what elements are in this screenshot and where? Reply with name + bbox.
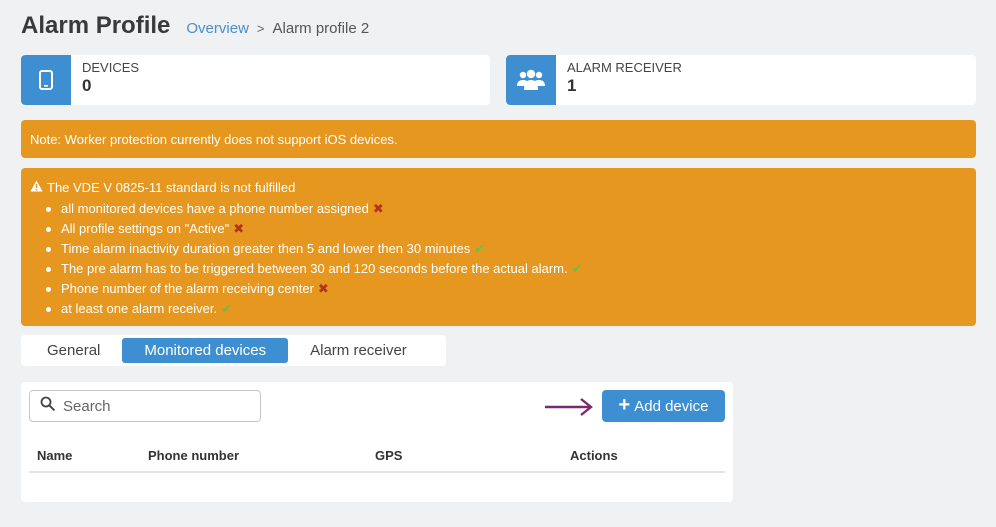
chevron-right-icon: > [256, 21, 265, 36]
search-icon [40, 396, 55, 416]
phone-icon [21, 55, 71, 105]
ios-note-banner: Note: Worker protection currently does n… [21, 120, 976, 158]
page-header: Alarm Profile Overview > Alarm profile 2 [21, 12, 369, 40]
cross-icon: ✖ [233, 221, 245, 236]
tab-monitored-devices[interactable]: Monitored devices [122, 338, 289, 363]
breadcrumb-current: Alarm profile 2 [272, 20, 370, 37]
list-item: at least one alarm receiver. ✔ [46, 299, 967, 319]
list-item: Phone number of the alarm receiving cent… [46, 279, 967, 299]
check-icon: ✔ [571, 261, 583, 276]
alarm-receiver-count: 1 [567, 76, 577, 95]
warning-icon [30, 180, 43, 195]
search-box[interactable] [29, 390, 261, 422]
page-title: Alarm Profile [21, 12, 171, 39]
search-input[interactable] [63, 397, 243, 415]
list-item: All profile settings on "Active" ✖ [46, 219, 967, 239]
ios-note-text: Note: Worker protection currently does n… [30, 132, 398, 147]
devices-table-header: Name Phone number GPS Actions [29, 446, 725, 473]
check-icon: ✔ [474, 241, 486, 256]
column-header-gps[interactable]: GPS [375, 448, 402, 463]
column-header-actions: Actions [570, 448, 618, 463]
cross-icon: ✖ [372, 201, 384, 216]
cross-icon: ✖ [317, 281, 329, 296]
standard-warning-title: The VDE V 0825-11 standard is not fulfil… [47, 179, 296, 195]
column-header-name[interactable]: Name [37, 448, 72, 463]
monitored-devices-panel: + Add device Name Phone number GPS Actio… [21, 382, 733, 502]
devices-count: 0 [82, 76, 92, 95]
list-item: The pre alarm has to be triggered betwee… [46, 259, 967, 279]
column-header-phone[interactable]: Phone number [148, 448, 239, 463]
tab-general[interactable]: General [25, 338, 122, 363]
standard-requirements-list: all monitored devices have a phone numbe… [30, 199, 967, 319]
alarm-receiver-label: ALARM RECEIVER [567, 60, 682, 75]
standard-warning-banner: The VDE V 0825-11 standard is not fulfil… [21, 168, 976, 326]
plus-icon: + [618, 394, 631, 416]
arrow-right-icon [544, 397, 594, 422]
profile-tabs: General Monitored devices Alarm receiver [21, 335, 446, 366]
alarm-receiver-card: ALARM RECEIVER 1 [506, 55, 976, 105]
list-item: Time alarm inactivity duration greater t… [46, 239, 967, 259]
users-icon [506, 55, 556, 105]
add-device-button[interactable]: + Add device [602, 390, 725, 422]
tab-alarm-receiver[interactable]: Alarm receiver [288, 338, 429, 363]
breadcrumb-overview-link[interactable]: Overview [186, 20, 249, 37]
add-device-label: Add device [634, 397, 709, 415]
breadcrumb: Overview > Alarm profile 2 [186, 20, 369, 37]
devices-card: DEVICES 0 [21, 55, 490, 105]
devices-label: DEVICES [82, 60, 140, 75]
list-item: all monitored devices have a phone numbe… [46, 199, 967, 219]
check-icon: ✔ [221, 301, 232, 316]
